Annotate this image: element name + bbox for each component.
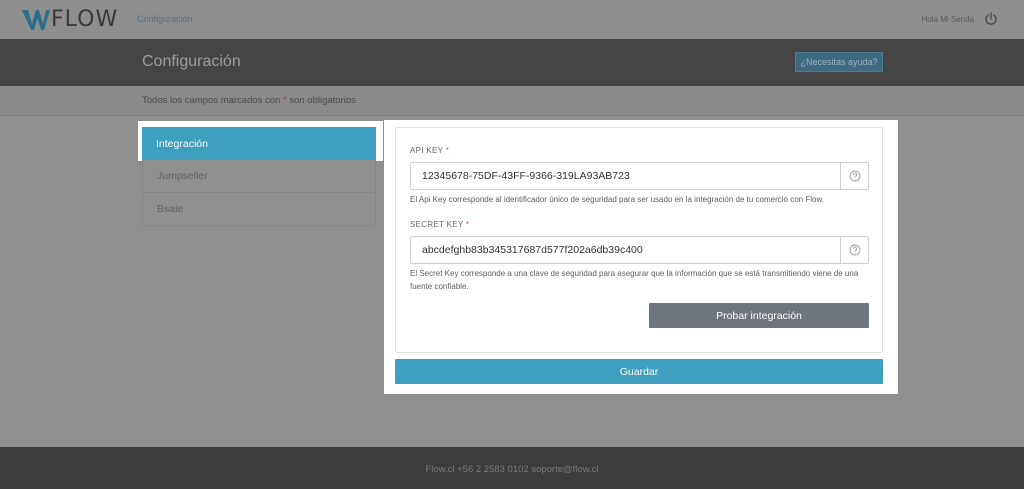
- question-circle-icon: [849, 170, 860, 182]
- save-button[interactable]: Guardar: [395, 359, 883, 384]
- flow-logo[interactable]: FLOW: [22, 9, 118, 31]
- settings-sidebar: Integración Jumpseller Bsale: [142, 127, 376, 226]
- footer: Flow.cl +56 2 2583 0102 soporte@flow.cl: [0, 447, 1024, 489]
- question-circle-icon: [849, 244, 860, 256]
- logo-text: FLOW: [51, 7, 119, 32]
- api-key-input-group: 12345678-75DF-43FF-9366-319LA93AB723: [410, 162, 869, 190]
- api-key-label-text: API KEY: [410, 146, 444, 155]
- integration-form-card: API KEY * 12345678-75DF-43FF-9366-319LA9…: [395, 127, 883, 353]
- secret-key-input[interactable]: abcdefghb83b345317687d577f202a6db39c400: [410, 236, 840, 264]
- secret-key-required-star: *: [465, 220, 470, 229]
- test-integration-button[interactable]: Probar integración: [649, 303, 869, 328]
- required-note-prefix: Todos los campos marcados con: [142, 95, 281, 106]
- page-header: Configuración ¿Necesitas ayuda?: [0, 39, 1024, 86]
- sidebar-item-jumpseller[interactable]: Jumpseller: [142, 160, 376, 193]
- api-key-help-text: El Api Key corresponde al identificador …: [410, 195, 825, 204]
- sidebar-item-integracion[interactable]: Integración: [142, 127, 376, 160]
- api-key-input[interactable]: 12345678-75DF-43FF-9366-319LA93AB723: [410, 162, 840, 190]
- sidebar-item-bsale[interactable]: Bsale: [142, 193, 376, 226]
- secret-key-help-text: El Secret Key corresponde a una clave de…: [410, 269, 859, 291]
- flow-logo-icon: [22, 10, 50, 30]
- top-bar: FLOW Configuración Hola Mi Senda: [0, 0, 1024, 39]
- power-icon[interactable]: [984, 12, 998, 26]
- required-note-suffix: son obligatorios: [289, 95, 356, 106]
- api-key-label: API KEY *: [410, 146, 449, 155]
- required-fields-note: Todos los campos marcados con * son obli…: [142, 95, 356, 106]
- required-star: *: [282, 95, 287, 106]
- required-fields-bar: Todos los campos marcados con * son obli…: [0, 86, 1024, 116]
- secret-key-label-text: SECRET KEY: [410, 220, 464, 229]
- secret-key-input-group: abcdefghb83b345317687d577f202a6db39c400: [410, 236, 869, 264]
- breadcrumb[interactable]: Configuración: [137, 14, 193, 24]
- page-title: Configuración: [142, 53, 241, 70]
- secret-key-help-icon[interactable]: [840, 236, 869, 264]
- api-key-required-star: *: [445, 146, 450, 155]
- api-key-help-icon[interactable]: [840, 162, 869, 190]
- help-button[interactable]: ¿Necesitas ayuda?: [795, 52, 883, 72]
- secret-key-label: SECRET KEY *: [410, 220, 469, 229]
- footer-contact: Flow.cl +56 2 2583 0102 soporte@flow.cl: [425, 464, 599, 475]
- user-greeting[interactable]: Hola Mi Senda: [922, 15, 974, 24]
